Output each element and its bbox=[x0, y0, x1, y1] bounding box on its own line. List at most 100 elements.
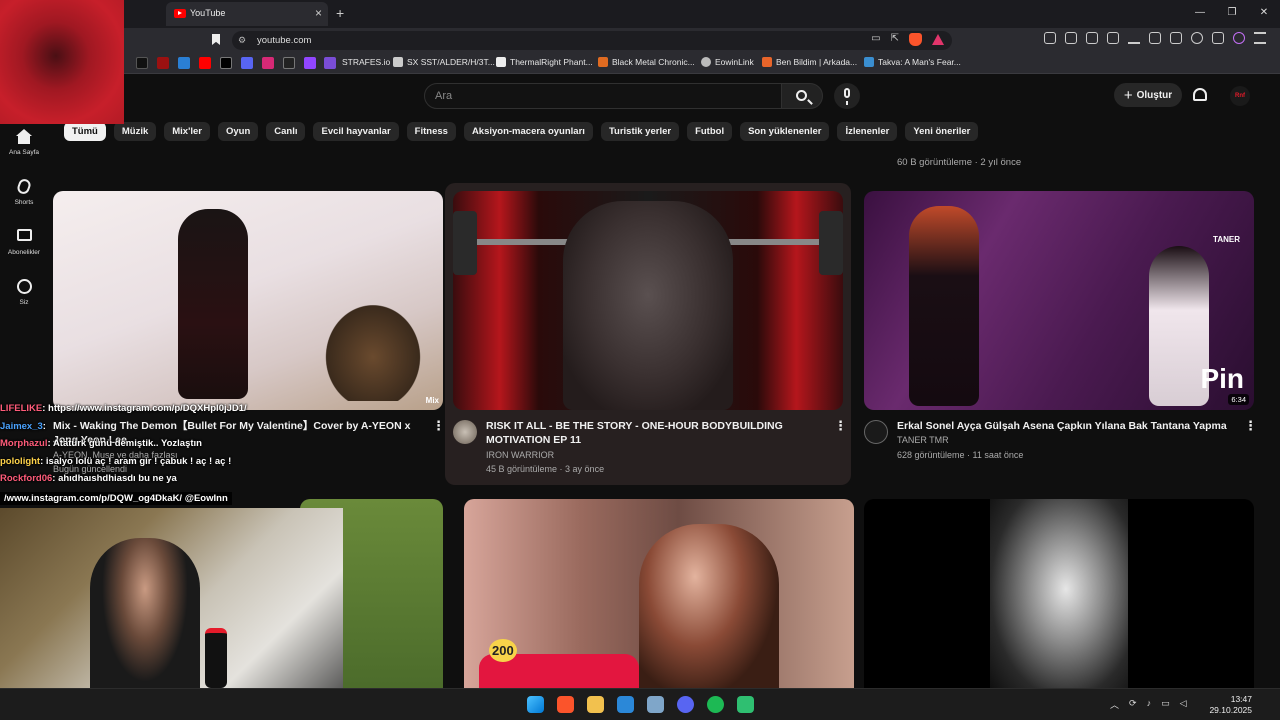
video-thumbnail[interactable] bbox=[453, 191, 843, 410]
browser-tab-youtube[interactable]: YouTube × bbox=[166, 2, 328, 26]
chip-football[interactable]: Futbol bbox=[687, 122, 733, 141]
channel-logo: TANER bbox=[1213, 235, 1240, 244]
search-button[interactable] bbox=[781, 83, 823, 109]
brave-shield-icon[interactable] bbox=[909, 33, 922, 46]
channel-avatar[interactable] bbox=[864, 420, 888, 444]
sidebar-item-home[interactable]: Ana Sayfa bbox=[0, 123, 48, 173]
chip-live[interactable]: Canlı bbox=[266, 122, 306, 141]
tiktok-bookmark-icon[interactable] bbox=[136, 57, 148, 69]
video-thumbnail[interactable]: TANER Pin 6:34 bbox=[864, 191, 1254, 410]
voice-search-button[interactable] bbox=[834, 83, 860, 109]
chip-tourist-places[interactable]: Turistik yerler bbox=[600, 122, 680, 141]
twitch-bookmark-icon[interactable] bbox=[304, 57, 316, 69]
bookmark-link[interactable]: Ben Bildim | Arkada... bbox=[762, 57, 857, 67]
extension-icon[interactable] bbox=[1107, 32, 1119, 44]
taskbar-pinned-apps bbox=[527, 696, 754, 713]
bookmark-link[interactable]: ThermalRight Phant... bbox=[496, 57, 593, 67]
app-icon[interactable] bbox=[617, 696, 634, 713]
tab-close-icon[interactable]: × bbox=[315, 6, 322, 20]
omnibox[interactable]: ⚙ youtube.com ▭ ⇱ bbox=[232, 31, 952, 50]
app-icon[interactable] bbox=[647, 696, 664, 713]
clock[interactable]: 13:47 29.10.2025 bbox=[1209, 694, 1252, 716]
account-avatar[interactable]: Rnf bbox=[1230, 86, 1250, 106]
bookmark-link[interactable]: Black Metal Chronic... bbox=[598, 57, 695, 67]
chip-recently-uploaded[interactable]: Son yüklenenler bbox=[740, 122, 830, 141]
bookmark-link[interactable]: Takva: A Man's Fear... bbox=[864, 57, 961, 67]
search-box[interactable] bbox=[424, 83, 782, 109]
url-text[interactable]: youtube.com bbox=[257, 35, 311, 46]
bookmark-link[interactable]: STRAFES.io bbox=[326, 57, 390, 67]
more-actions-icon[interactable]: ⋮ bbox=[834, 418, 847, 434]
notifications-bell-icon[interactable] bbox=[1193, 88, 1207, 101]
chip-pets[interactable]: Evcil hayvanlar bbox=[313, 122, 399, 141]
chip-action-adventure[interactable]: Aksiyon-macera oyunları bbox=[463, 122, 593, 141]
extension-icon[interactable] bbox=[1065, 32, 1077, 44]
display-icon[interactable]: ▭ bbox=[1161, 698, 1170, 711]
minimize-button[interactable]: — bbox=[1184, 0, 1216, 28]
sidebar-item-shorts[interactable]: Shorts bbox=[0, 173, 48, 223]
download-icon[interactable] bbox=[1128, 32, 1140, 44]
bookmark-icon[interactable] bbox=[178, 57, 190, 69]
file-explorer-icon[interactable] bbox=[587, 696, 604, 713]
sidebar-item-you[interactable]: Siz bbox=[0, 273, 48, 323]
app-icon[interactable] bbox=[737, 696, 754, 713]
spotify-icon[interactable] bbox=[707, 696, 724, 713]
volume-icon[interactable]: ◁ bbox=[1180, 698, 1187, 711]
menu-icon[interactable] bbox=[1254, 32, 1266, 44]
video-title[interactable]: Erkal Sonel Ayça Gülşah Asena Çapkın Yıl… bbox=[897, 419, 1232, 433]
bookmark-icon[interactable] bbox=[241, 57, 253, 69]
share-icon[interactable]: ⇱ bbox=[891, 33, 899, 46]
bookmark-link[interactable]: SX SST/ALDER/H/3T... bbox=[393, 57, 495, 67]
site-info-icon[interactable]: ⚙ bbox=[238, 35, 246, 46]
chip-new-to-you[interactable]: Yeni öneriler bbox=[905, 122, 979, 141]
sidebar-item-subscriptions[interactable]: Abonelikler bbox=[0, 223, 48, 273]
video-channel[interactable]: IRON WARRIOR bbox=[486, 450, 554, 460]
discord-icon[interactable] bbox=[677, 696, 694, 713]
channel-avatar[interactable] bbox=[453, 420, 477, 444]
bookmark-icon[interactable] bbox=[212, 34, 220, 45]
brave-rewards-icon[interactable] bbox=[932, 34, 944, 45]
chip-all[interactable]: Tümü bbox=[64, 122, 106, 141]
chip-fitness[interactable]: Fitness bbox=[406, 122, 456, 141]
chip-music[interactable]: Müzik bbox=[113, 122, 157, 141]
chip-gaming[interactable]: Oyun bbox=[217, 122, 259, 141]
video-thumbnail[interactable]: Mix bbox=[53, 191, 443, 410]
drum-kit bbox=[313, 291, 433, 401]
weight-plate-left bbox=[453, 211, 477, 275]
brave-browser-icon[interactable] bbox=[557, 696, 574, 713]
cast-icon[interactable]: ▭ bbox=[871, 33, 880, 46]
video-thumbnail[interactable]: 200 bbox=[464, 499, 854, 688]
mic-tray-icon[interactable]: ♪ bbox=[1147, 698, 1152, 711]
extensions-puzzle-icon[interactable] bbox=[1086, 32, 1098, 44]
youtube-bookmark-icon[interactable] bbox=[199, 57, 211, 69]
watermark-logo: Pin bbox=[1200, 363, 1244, 394]
wallet-icon[interactable] bbox=[1170, 32, 1182, 44]
chevron-up-icon[interactable]: ︿ bbox=[1110, 698, 1119, 711]
bookmark-icon[interactable] bbox=[283, 57, 295, 69]
sidebar-icon[interactable] bbox=[1149, 32, 1161, 44]
network-icon[interactable]: ⟳ bbox=[1129, 698, 1137, 711]
sidebar-label: Siz bbox=[19, 299, 29, 306]
chat-username: pololight bbox=[0, 455, 41, 467]
extension-icon[interactable] bbox=[1044, 32, 1056, 44]
search-input[interactable] bbox=[425, 84, 781, 108]
chip-watched[interactable]: İzlenenler bbox=[837, 122, 898, 141]
more-actions-icon[interactable]: ⋮ bbox=[1244, 418, 1257, 434]
restore-button[interactable]: ❐ bbox=[1216, 0, 1248, 28]
close-window-button[interactable]: ✕ bbox=[1248, 0, 1280, 28]
windows-start-icon[interactable] bbox=[527, 696, 544, 713]
x-bookmark-icon[interactable] bbox=[220, 57, 232, 69]
create-button[interactable]: + Oluştur bbox=[1114, 83, 1182, 107]
chip-mixes[interactable]: Mix'ler bbox=[164, 122, 210, 141]
video-thumbnail[interactable] bbox=[864, 499, 1254, 688]
windows-taskbar: ︿ ⟳ ♪ ▭ ◁ 13:47 29.10.2025 bbox=[0, 688, 1280, 720]
video-title[interactable]: RISK IT ALL - BE THE STORY - ONE-HOUR BO… bbox=[486, 419, 831, 447]
video-channel[interactable]: TANER TMR bbox=[897, 435, 949, 445]
instagram-bookmark-icon[interactable] bbox=[262, 57, 274, 69]
bookmark-icon[interactable] bbox=[157, 57, 169, 69]
bookmark-link[interactable]: EowinLink bbox=[701, 57, 754, 67]
vpn-icon[interactable] bbox=[1212, 32, 1224, 44]
leo-icon[interactable] bbox=[1191, 32, 1203, 44]
new-tab-button[interactable]: + bbox=[336, 5, 344, 21]
profile-icon[interactable] bbox=[1233, 32, 1245, 44]
